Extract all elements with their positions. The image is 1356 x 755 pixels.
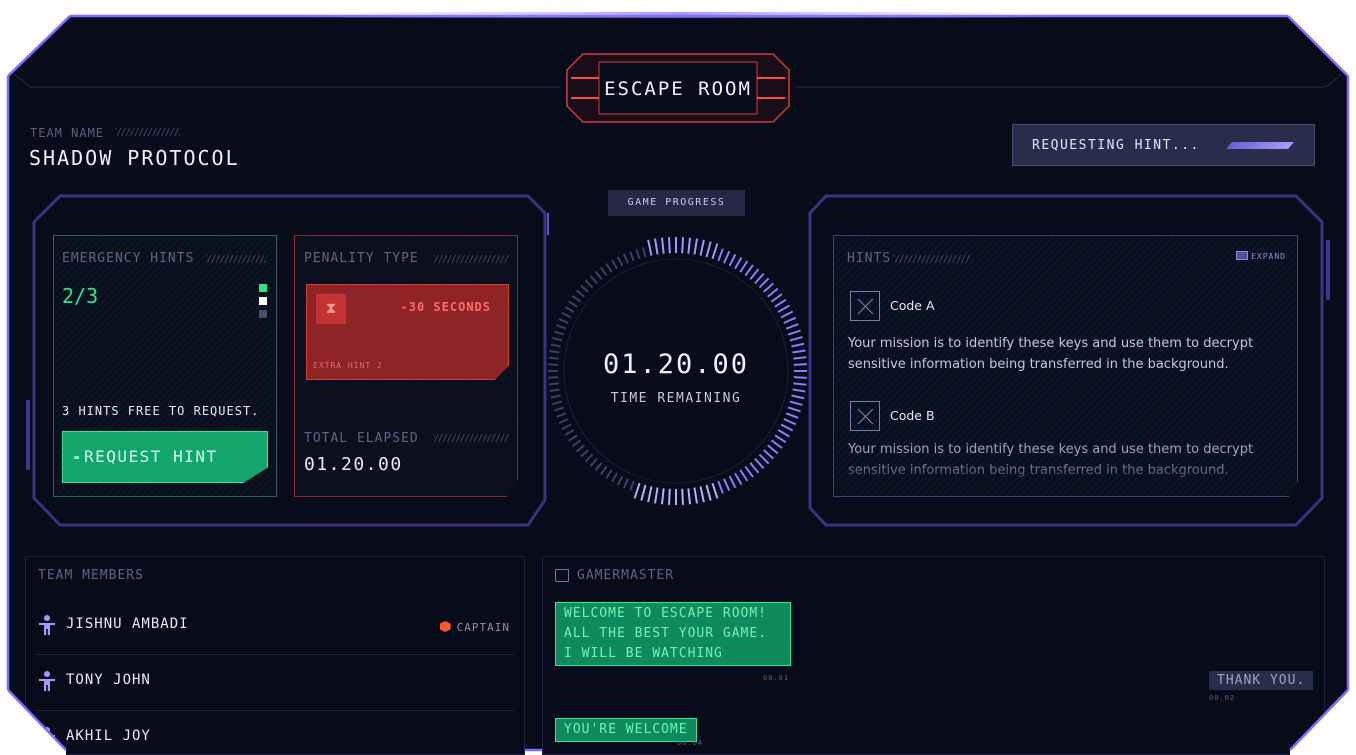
frame-overlay: [0, 0, 1356, 755]
